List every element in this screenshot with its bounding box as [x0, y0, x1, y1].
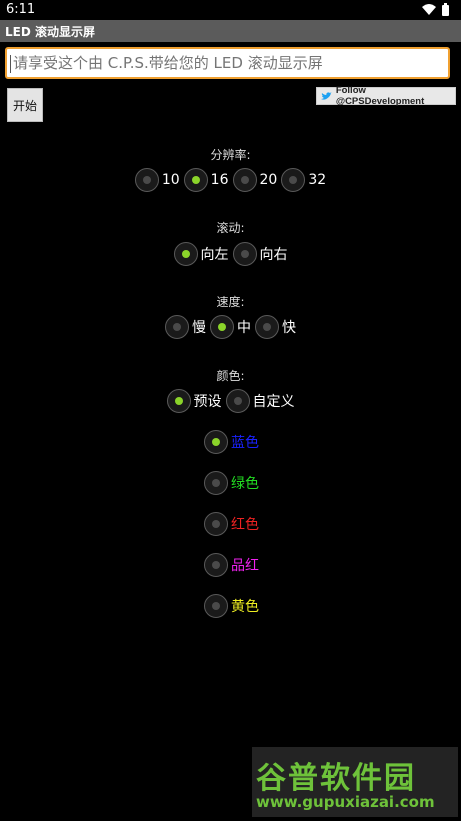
- resolution-option-16[interactable]: 16: [183, 168, 231, 192]
- watermark-url: www.gupuxiazai.com: [256, 793, 435, 811]
- text-caret: [10, 55, 11, 73]
- resolution-option-10[interactable]: 10: [134, 168, 182, 192]
- start-button[interactable]: 开始: [7, 88, 43, 122]
- color-label: 颜色:: [216, 369, 245, 383]
- radio-button[interactable]: [281, 168, 306, 192]
- radio-button[interactable]: [204, 471, 228, 495]
- speed-option-slow[interactable]: 慢: [165, 315, 208, 339]
- radio-button[interactable]: [204, 512, 228, 536]
- color-mode-group: 预设 自定义: [0, 387, 461, 415]
- radio-button-selected[interactable]: [183, 168, 208, 192]
- radio-button[interactable]: [165, 315, 189, 339]
- preset-color-red[interactable]: 红色: [204, 510, 259, 538]
- color-option-preset[interactable]: 预设: [166, 389, 224, 413]
- resolution-label: 分辨率:: [210, 148, 251, 162]
- scroll-option-right[interactable]: 向右: [232, 242, 290, 266]
- radio-button-selected[interactable]: [173, 242, 198, 266]
- wifi-icon: [422, 4, 436, 15]
- resolution-option-20[interactable]: 20: [232, 168, 280, 192]
- follow-twitter-button[interactable]: Follow @CPSDevelopment: [316, 85, 456, 107]
- status-bar: 6:11: [0, 0, 461, 20]
- radio-button[interactable]: [232, 242, 257, 266]
- scroll-option-left[interactable]: 向左: [173, 242, 231, 266]
- app-title-bar: LED 滚动显示屏: [0, 20, 461, 42]
- message-input[interactable]: [5, 47, 450, 79]
- preset-color-green[interactable]: 绿色: [204, 469, 259, 497]
- radio-button[interactable]: [232, 168, 257, 192]
- status-time: 6:11: [6, 2, 36, 17]
- radio-button-selected[interactable]: [166, 389, 191, 413]
- preset-color-magenta[interactable]: 品红: [204, 551, 259, 579]
- radio-button[interactable]: [255, 315, 279, 339]
- speed-option-medium[interactable]: 中: [210, 315, 253, 339]
- radio-button[interactable]: [204, 553, 228, 577]
- resolution-option-32[interactable]: 32: [281, 168, 328, 192]
- speed-option-fast[interactable]: 快: [255, 315, 298, 339]
- battery-icon: [442, 3, 449, 16]
- preset-color-yellow[interactable]: 黄色: [204, 592, 259, 620]
- follow-label: Follow @CPSDevelopment: [335, 85, 425, 107]
- preset-color-blue[interactable]: 蓝色: [204, 428, 259, 456]
- radio-button-selected[interactable]: [210, 315, 234, 339]
- app-title: LED 滚动显示屏: [5, 25, 95, 39]
- speed-label: 速度:: [216, 295, 245, 309]
- radio-button[interactable]: [225, 389, 250, 413]
- color-option-custom[interactable]: 自定义: [225, 389, 297, 413]
- radio-button-selected[interactable]: [204, 430, 228, 454]
- radio-button[interactable]: [204, 594, 228, 618]
- speed-group: 慢 中 快: [0, 313, 461, 341]
- twitter-bird-icon: [321, 91, 332, 100]
- scroll-group: 向左 向右: [0, 240, 461, 268]
- site-watermark: 谷普软件园 www.gupuxiazai.com: [252, 747, 458, 817]
- watermark-title: 谷普软件园: [256, 761, 416, 796]
- scroll-label: 滚动:: [216, 221, 245, 235]
- radio-button[interactable]: [134, 168, 159, 192]
- status-icons: [421, 3, 451, 17]
- resolution-group: 10 16 20 32: [0, 166, 461, 194]
